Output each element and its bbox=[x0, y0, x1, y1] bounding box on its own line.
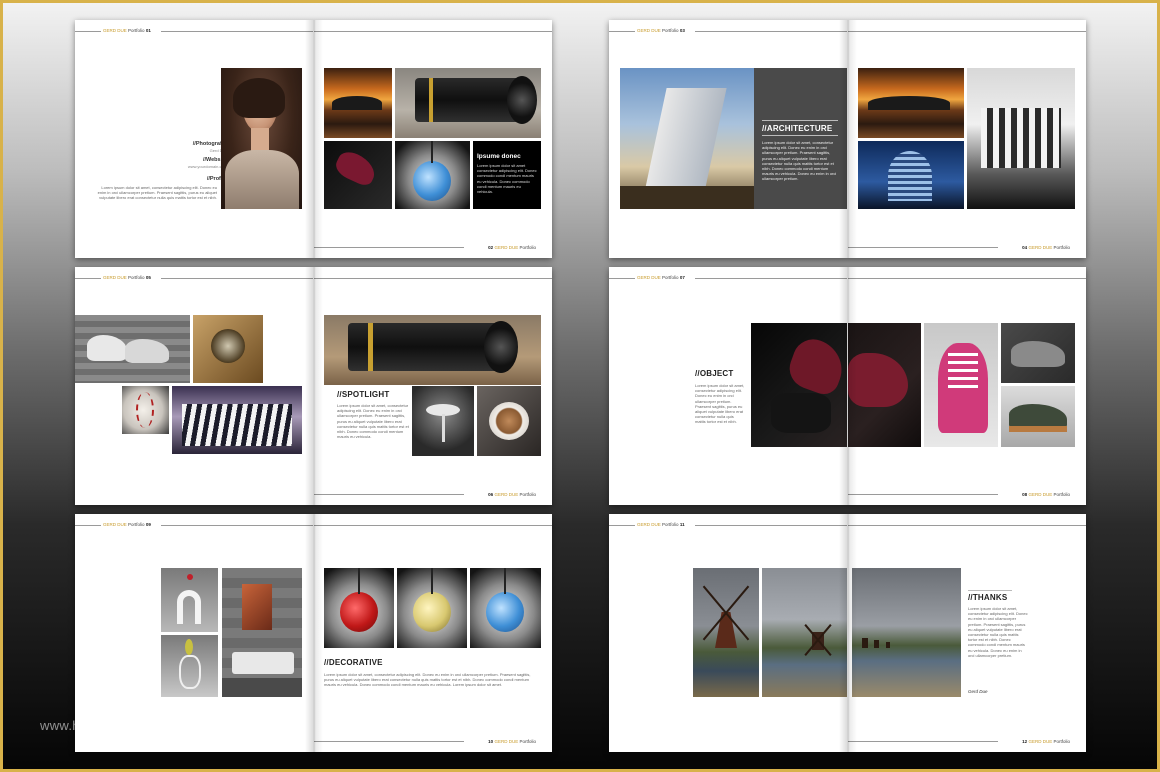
sneaker-photo bbox=[324, 141, 392, 209]
decorative-text: Lorem ipsum dolor sit amet, consectetur … bbox=[324, 672, 531, 688]
page-footer: 08 GERD DUE Portfolio bbox=[1022, 492, 1070, 497]
page-header: GERD DUE Portfolio 07 bbox=[637, 275, 685, 280]
windmill-river-photo bbox=[762, 568, 847, 697]
page-header: GERD DUE Portfolio 05 bbox=[103, 275, 151, 280]
glass-sculpture-photo bbox=[161, 635, 218, 697]
sneakers-wood-photo bbox=[75, 315, 190, 383]
page-header: GERD DUE Portfolio 09 bbox=[103, 522, 151, 527]
signature: Gerd Due bbox=[968, 689, 988, 694]
white-vase-photo bbox=[161, 568, 218, 632]
object-text: Lorem ipsum dolor sit amet, consectetur … bbox=[695, 383, 745, 425]
thanks-text: Lorem ipsum dolor sit amet, consectetur … bbox=[968, 606, 1028, 658]
grey-sneakers-photo bbox=[1001, 323, 1075, 383]
portrait-photo bbox=[221, 68, 302, 209]
pink-shoe-photo bbox=[924, 323, 998, 447]
red-sneakers-photo bbox=[751, 323, 847, 447]
architecture-text-panel: //ARCHITECTURE Lorem ipsum dolor sit ame… bbox=[754, 68, 847, 209]
hand-gauge-photo bbox=[193, 315, 263, 383]
page-footer: 04 GERD DUE Portfolio bbox=[1022, 245, 1070, 250]
decorative-title: //DECORATIVE bbox=[324, 658, 383, 667]
page-footer: 02 GERD DUE Portfolio bbox=[488, 245, 536, 250]
yellow-pendant-lamp-photo bbox=[397, 568, 467, 648]
profile-text: Lorem ipsum dolor sit amet, consectetur … bbox=[97, 185, 217, 201]
baseball-photo bbox=[122, 386, 169, 434]
page-footer: 06 GERD DUE Portfolio bbox=[488, 492, 536, 497]
watermark: www.heritagechristiancollege.com bbox=[40, 718, 246, 733]
page-header: GERD DUE Portfolio 11 bbox=[637, 522, 685, 527]
red-pendant-lamp-photo bbox=[324, 568, 394, 648]
red-sneakers-photo-continued bbox=[848, 323, 921, 447]
modern-building-photo bbox=[620, 68, 754, 209]
interior-sofa-photo bbox=[222, 568, 302, 697]
city-sunset-photo bbox=[858, 68, 964, 138]
spotlight-title: //SPOTLIGHT bbox=[337, 390, 390, 399]
pendant-lamp-photo bbox=[395, 141, 470, 209]
architecture-title: //ARCHITECTURE bbox=[762, 124, 833, 133]
page-left: GERD DUE Portfolio 05 bbox=[75, 267, 313, 505]
glass-tower-photo bbox=[858, 141, 964, 209]
spread-spotlight: GERD DUE Portfolio 05 //SPOTLIGHT Lorem … bbox=[75, 267, 552, 505]
camera-lens-photo bbox=[324, 315, 541, 385]
page-left: GERD DUE Portfolio 03 //ARCHITECTURE Lor… bbox=[609, 20, 847, 258]
city-sunset-photo bbox=[324, 68, 392, 138]
page-footer: 10 GERD DUE Portfolio bbox=[488, 739, 536, 744]
boat-shoe-photo bbox=[1001, 386, 1075, 447]
thanks-title: //THANKS bbox=[968, 593, 1008, 602]
page-right: //DECORATIVE Lorem ipsum dolor sit amet,… bbox=[314, 514, 552, 752]
page-right: //THANKS Lorem ipsum dolor sit amet, con… bbox=[848, 514, 1086, 752]
colonnade-photo bbox=[967, 68, 1075, 209]
blue-pendant-lamp-photo bbox=[470, 568, 541, 648]
page-left: GERD DUE Portfolio 09 bbox=[75, 514, 313, 752]
spread-object: GERD DUE Portfolio 07 //OBJECT Lorem ips… bbox=[609, 267, 1086, 505]
hanger-rack-photo bbox=[172, 386, 302, 454]
windmill-landscape-photo bbox=[852, 568, 961, 697]
caption-title: Ipsume donec bbox=[477, 153, 521, 160]
page-left: GERD DUE Portfolio 07 //OBJECT Lorem ips… bbox=[609, 267, 847, 505]
coffee-cup-photo bbox=[477, 386, 541, 456]
camera-lens-photo bbox=[395, 68, 541, 138]
table-lamp-photo bbox=[412, 386, 474, 456]
page-header: GERD DUE Portfolio 01 bbox=[103, 28, 151, 33]
spread-profile: GERD DUE Portfolio 01 //Photografer Gerd… bbox=[75, 20, 552, 258]
page-left: GERD DUE Portfolio 11 bbox=[609, 514, 847, 752]
page-right: Ipsume donec Lorem ipsum dolor sit amet … bbox=[314, 20, 552, 258]
caption-box: Ipsume donec Lorem ipsum dolor sit amet … bbox=[473, 141, 541, 209]
page-right: //SPOTLIGHT Lorem ipsum dolor sit amet, … bbox=[314, 267, 552, 505]
object-title: //OBJECT bbox=[695, 369, 734, 378]
windmill-photo bbox=[693, 568, 759, 697]
spread-architecture: GERD DUE Portfolio 03 //ARCHITECTURE Lor… bbox=[609, 20, 1086, 258]
architecture-text: Lorem ipsum dolor sit amet, consectetur … bbox=[762, 140, 837, 182]
page-header: GERD DUE Portfolio 03 bbox=[637, 28, 685, 33]
spread-thanks: GERD DUE Portfolio 11 //THANKS Lorem ips… bbox=[609, 514, 1086, 752]
caption-text: Lorem ipsum dolor sit amet consectetur a… bbox=[477, 163, 537, 195]
page-right: 08 GERD DUE Portfolio bbox=[848, 267, 1086, 505]
spotlight-text: Lorem ipsum dolor sit amet, consectetur … bbox=[337, 403, 409, 440]
spread-decorative: GERD DUE Portfolio 09 //DECORATIVE Lorem… bbox=[75, 514, 552, 752]
page-left: GERD DUE Portfolio 01 //Photografer Gerd… bbox=[75, 20, 313, 258]
page-right: 04 GERD DUE Portfolio bbox=[848, 20, 1086, 258]
page-footer: 12 GERD DUE Portfolio bbox=[1022, 739, 1070, 744]
